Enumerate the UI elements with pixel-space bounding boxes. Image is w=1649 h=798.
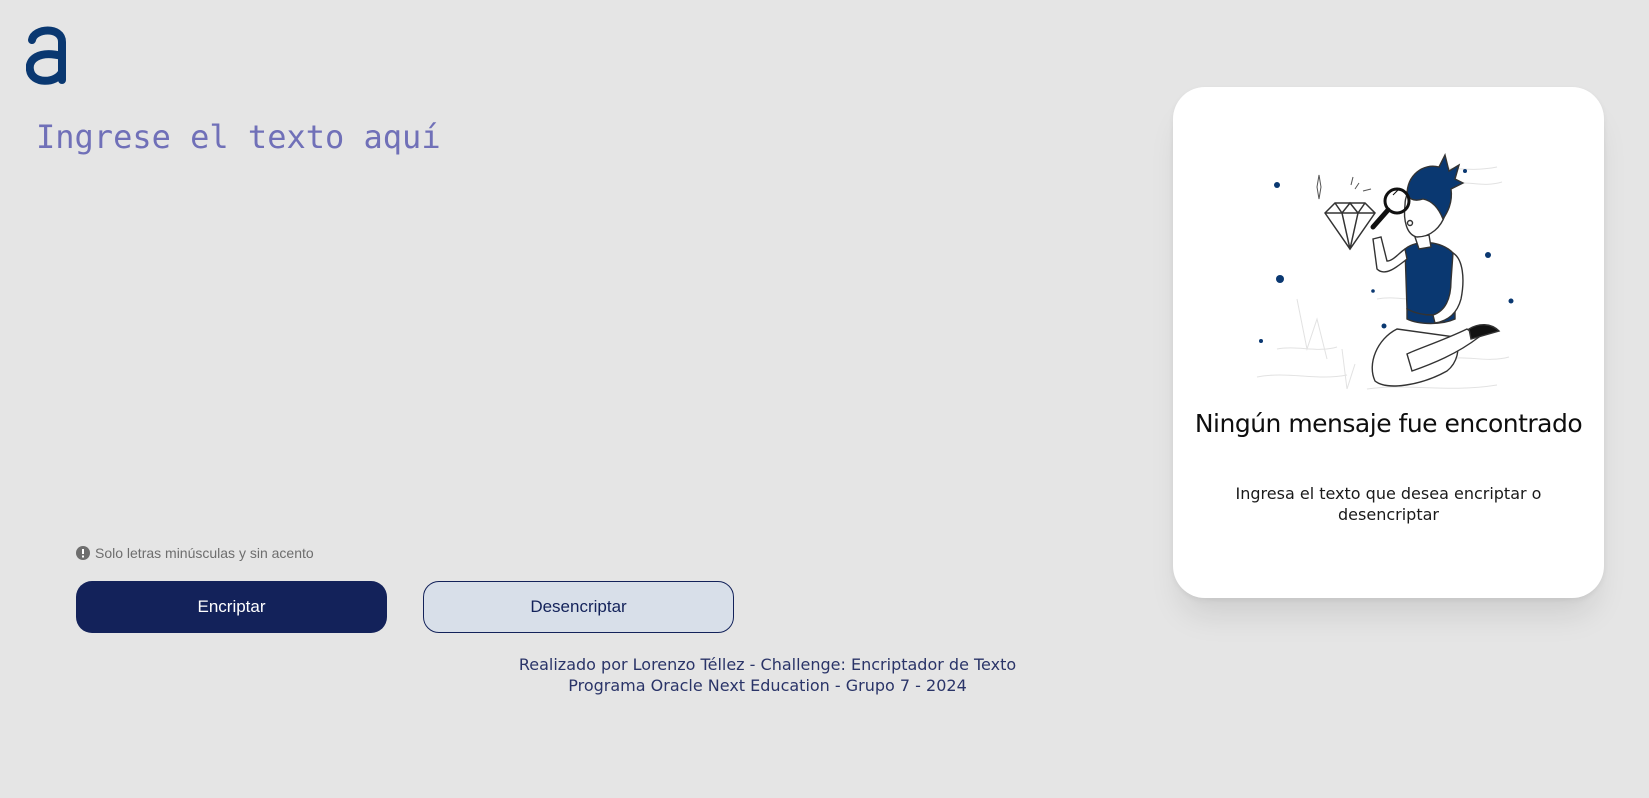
footer: Realizado por Lorenzo Téllez - Challenge… (400, 654, 1135, 696)
empty-state-title: Ningún mensaje fue encontrado (1194, 409, 1583, 438)
footer-line-2: Programa Oracle Next Education - Grupo 7… (568, 676, 967, 695)
decrypt-button[interactable]: Desencriptar (423, 581, 734, 633)
alura-logo (25, 26, 70, 86)
encrypt-button-label: Encriptar (197, 597, 266, 616)
decrypt-button-label: Desencriptar (530, 597, 627, 616)
result-card: Ningún mensaje fue encontrado Ingresa el… (1173, 87, 1604, 598)
input-hint: Solo letras minúsculas y sin acento (76, 545, 314, 561)
exclamation-circle-icon (76, 546, 90, 560)
hint-text: Solo letras minúsculas y sin acento (95, 545, 314, 561)
text-input[interactable] (36, 118, 1096, 518)
person-searching-magnifier-illustration (1247, 149, 1531, 494)
footer-line-1: Realizado por Lorenzo Téllez - Challenge… (518, 655, 1017, 674)
encrypt-button[interactable]: Encriptar (76, 581, 387, 633)
empty-state-subtitle: Ingresa el texto que desea encriptar o d… (1235, 484, 1542, 524)
